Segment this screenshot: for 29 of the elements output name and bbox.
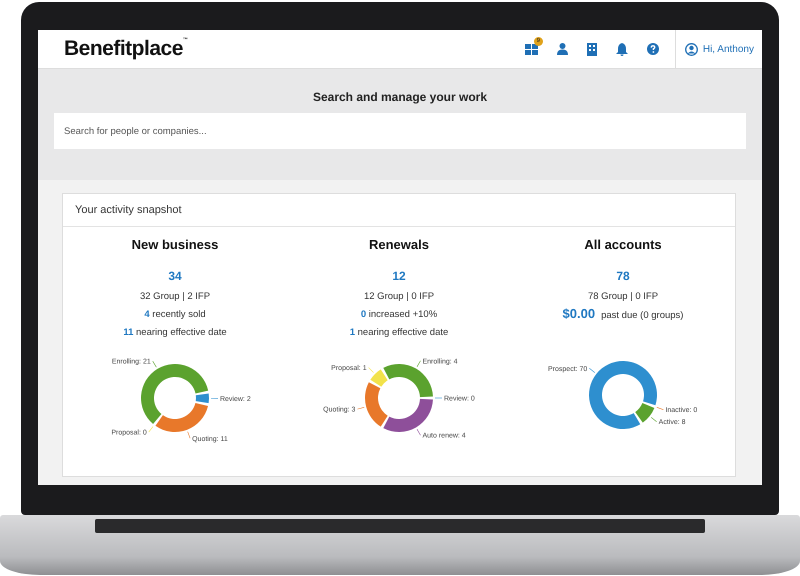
stat-line: 78 Group | 0 IFP	[588, 290, 658, 304]
total-count[interactable]: 34	[168, 269, 182, 283]
logo[interactable]: Benefitplace$^{™}$	[64, 37, 188, 61]
stat-line: 11 nearing effective date	[123, 326, 227, 340]
total-count[interactable]: 78	[616, 269, 630, 283]
stat-line: 1 nearing effective date	[350, 326, 448, 340]
section-heading: All accounts	[584, 237, 662, 252]
stat-line: 32 Group | 2 IFP	[140, 290, 210, 304]
person-icon	[556, 43, 568, 55]
grid-icon	[524, 42, 538, 56]
stat-line: past due (0 groups)	[601, 310, 684, 321]
card-title: Your activity snapshot	[63, 194, 735, 227]
search-title: Search and manage your work	[312, 90, 488, 104]
building-icon	[586, 42, 597, 56]
total-count[interactable]: 12	[392, 269, 406, 283]
help-button[interactable]	[646, 42, 659, 56]
stat-line: 0 increased +10%	[360, 308, 438, 322]
search-field[interactable]: Search for people or companies...	[54, 113, 746, 149]
section-heading: New business	[132, 237, 218, 252]
stat-line: 4 recently sold	[144, 308, 206, 322]
section-heading: Renewals	[369, 237, 429, 252]
stat-line: 12 Group | 0 IFP	[364, 290, 434, 304]
companies-button[interactable]	[586, 42, 597, 56]
amount-value: $0.00	[562, 306, 596, 321]
help-icon	[646, 43, 659, 55]
user-icon	[684, 42, 698, 56]
notifications-button[interactable]	[616, 42, 628, 56]
bell-icon	[616, 42, 628, 56]
people-button[interactable]	[556, 42, 568, 56]
